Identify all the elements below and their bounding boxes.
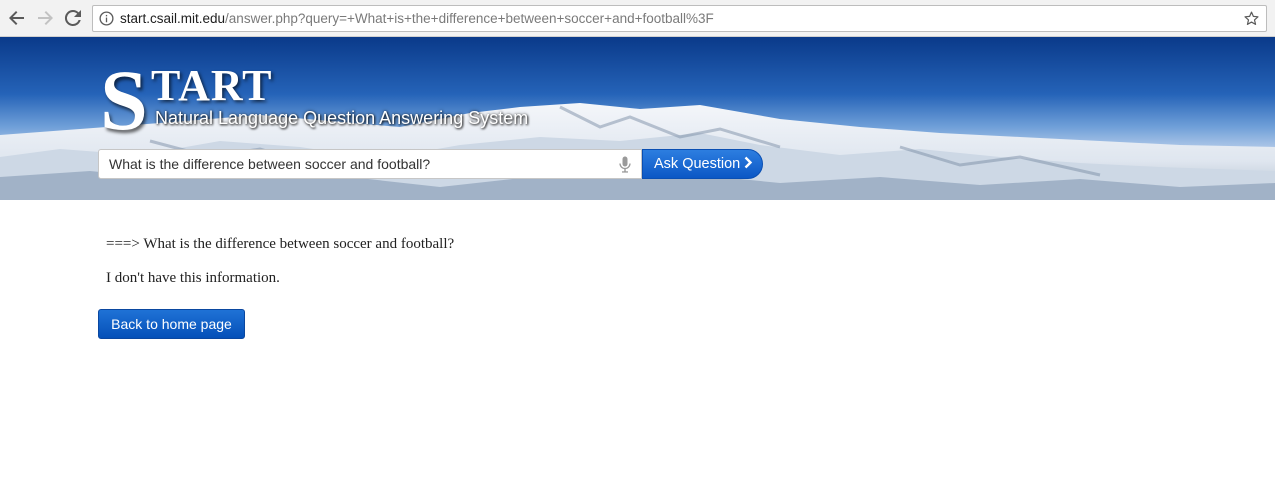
ask-question-label: Ask Question bbox=[654, 156, 741, 172]
url-host: start.csail.mit.edu bbox=[120, 11, 226, 26]
question-echo: ===> What is the difference between socc… bbox=[106, 236, 455, 252]
search-input[interactable] bbox=[99, 150, 609, 178]
address-bar[interactable]: start.csail.mit.edu/answer.php?query=+Wh… bbox=[92, 5, 1267, 32]
star-icon[interactable] bbox=[1244, 11, 1259, 26]
browser-toolbar: start.csail.mit.edu/answer.php?query=+Wh… bbox=[0, 0, 1275, 37]
back-to-home-button[interactable]: Back to home page bbox=[98, 309, 245, 339]
answer-text: I don't have this information. bbox=[106, 270, 280, 286]
logo-text: TART bbox=[151, 61, 273, 110]
forward-arrow-icon[interactable] bbox=[34, 7, 56, 29]
url-text[interactable]: start.csail.mit.edu/answer.php?query=+Wh… bbox=[120, 10, 714, 27]
logo-subtitle: Natural Language Question Answering Syst… bbox=[155, 108, 529, 128]
back-arrow-icon[interactable] bbox=[6, 7, 28, 29]
url-path: /answer.php?query=+What+is+the+differenc… bbox=[225, 11, 714, 26]
microphone-icon[interactable] bbox=[619, 156, 631, 173]
reload-icon[interactable] bbox=[62, 7, 84, 29]
info-icon[interactable] bbox=[99, 11, 114, 26]
logo-initial: S bbox=[100, 52, 148, 148]
header-banner: S TART Natural Language Question Answeri… bbox=[0, 37, 1275, 200]
search-box bbox=[98, 149, 642, 179]
ask-question-button[interactable]: Ask Question bbox=[642, 149, 763, 179]
chevron-right-icon bbox=[744, 156, 753, 169]
